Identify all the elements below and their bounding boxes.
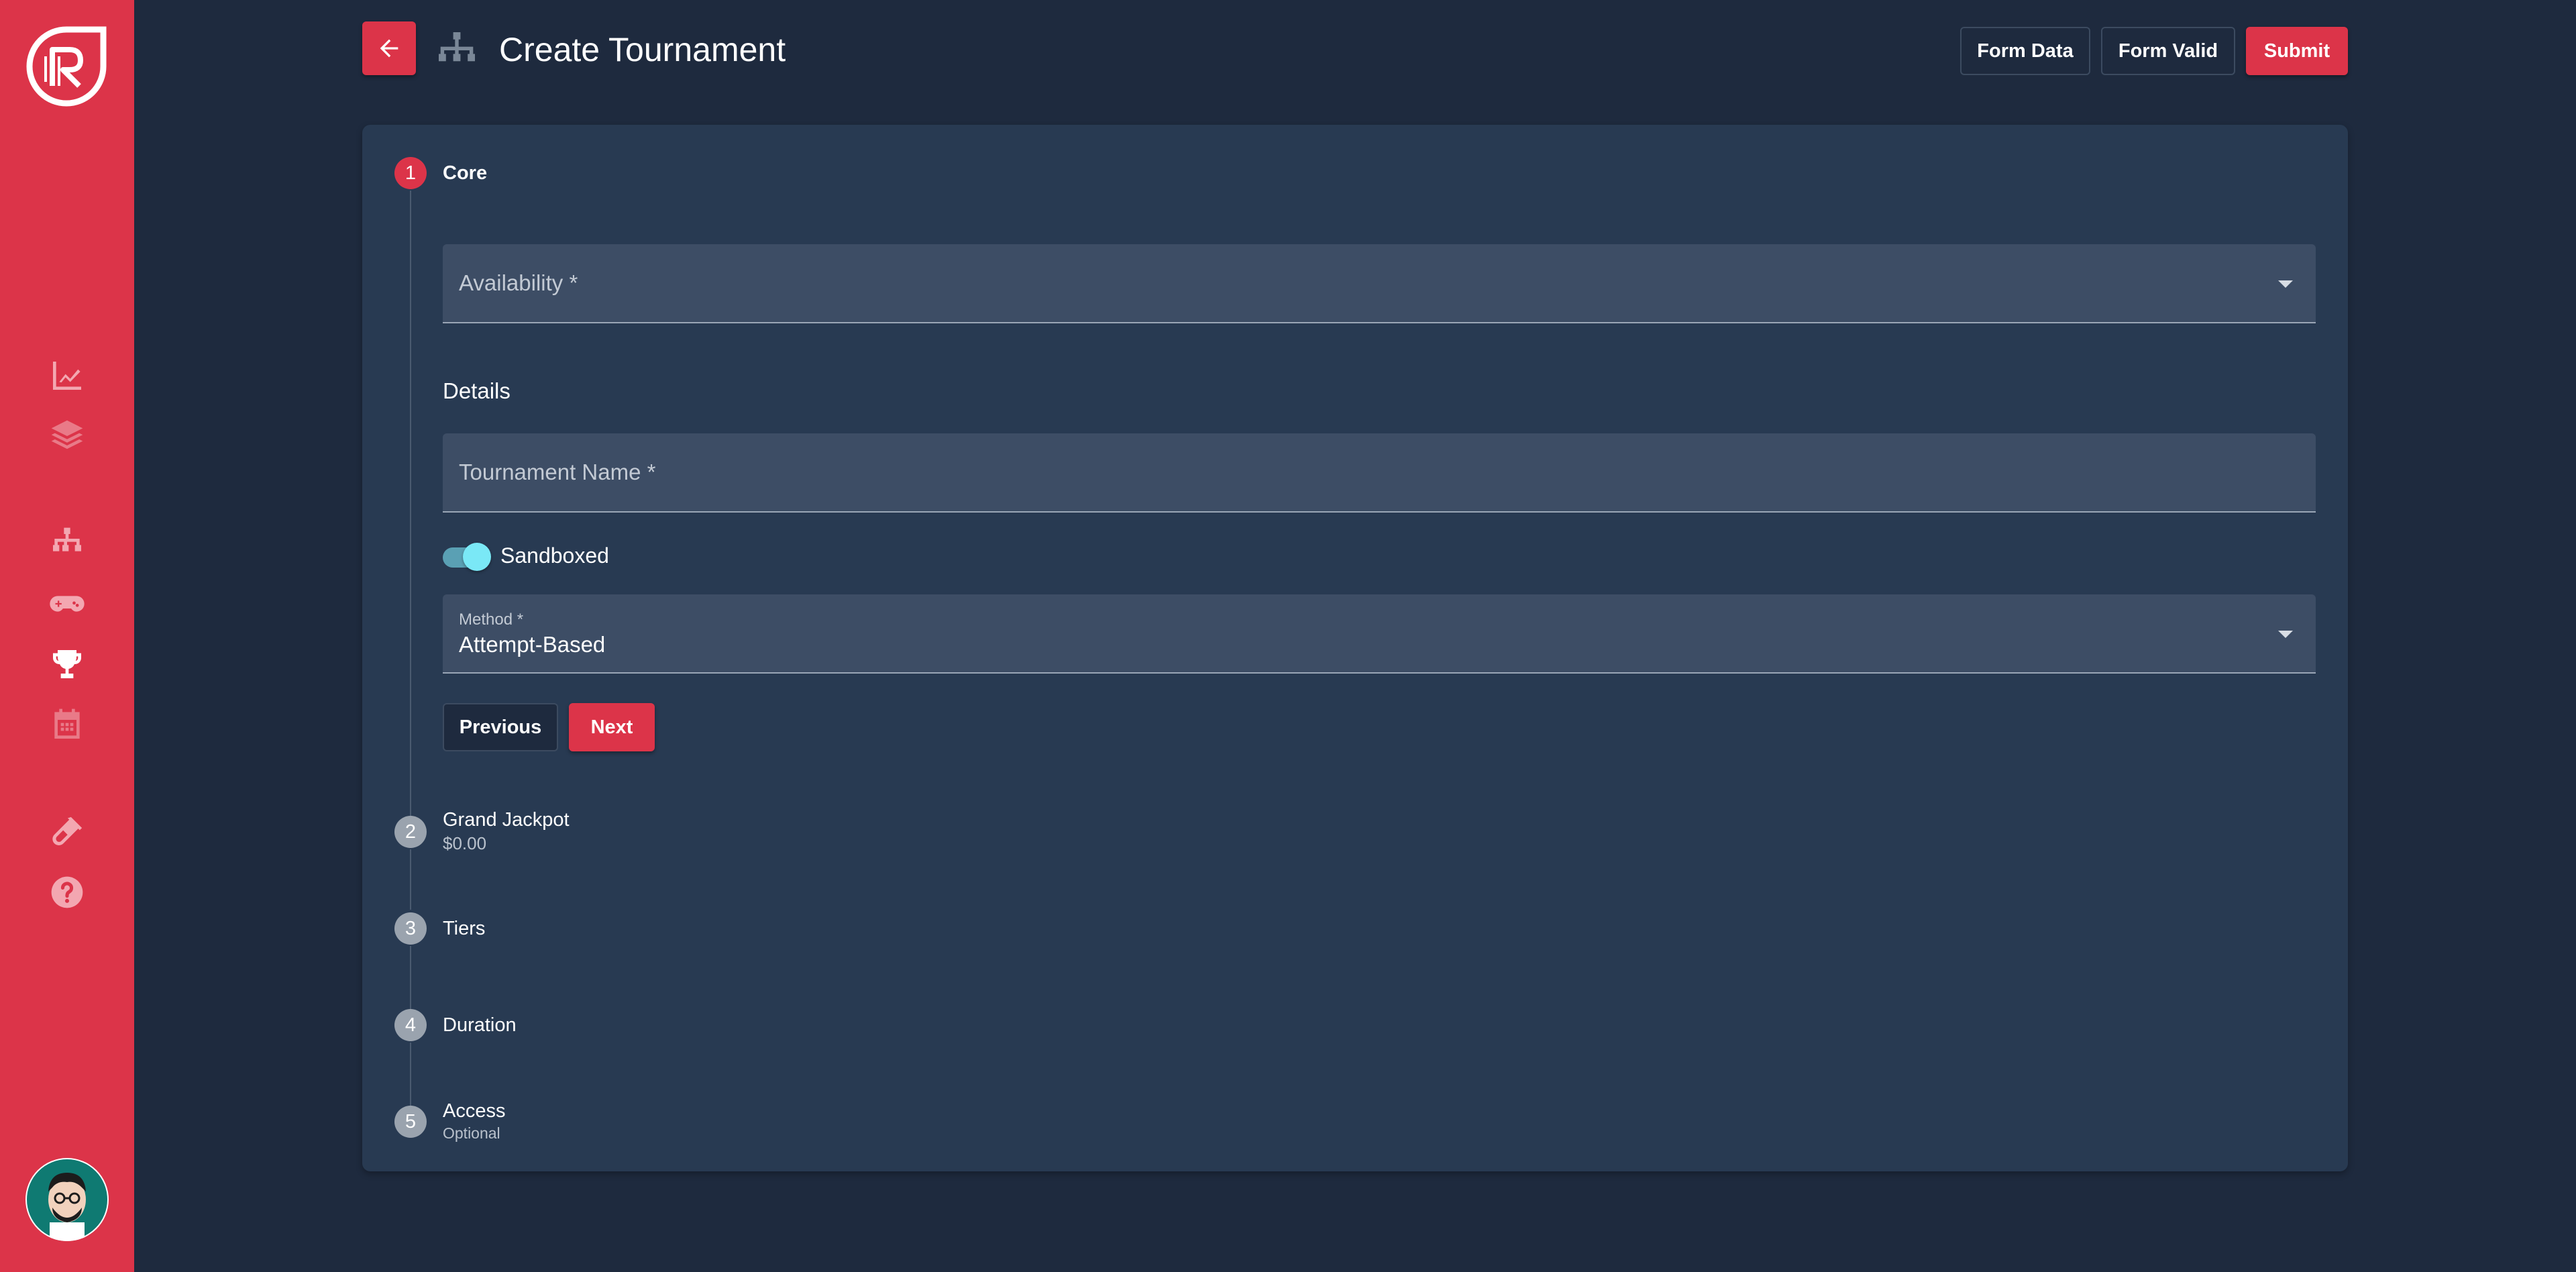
step-label-access[interactable]: Access — [443, 1100, 505, 1122]
step-connector — [410, 946, 411, 1010]
availability-label: Availability * — [459, 270, 578, 295]
step-label-grand-jackpot[interactable]: Grand Jackpot — [443, 809, 570, 831]
gamepad-icon[interactable] — [46, 582, 89, 625]
tournament-name-label: Tournament Name * — [459, 460, 656, 484]
chevron-down-icon — [2278, 631, 2293, 638]
method-label: Method * — [459, 611, 524, 629]
step-number[interactable]: 2 — [394, 816, 427, 848]
step-connector — [410, 1043, 411, 1106]
app-logo[interactable] — [25, 25, 107, 107]
step-number[interactable]: 4 — [394, 1009, 427, 1041]
tournament-name-field[interactable]: Tournament Name * — [443, 433, 2316, 513]
sidebar — [0, 0, 134, 1272]
form-data-button[interactable]: Form Data — [1960, 27, 2090, 75]
layers-icon — [46, 415, 89, 458]
step-connector — [410, 849, 411, 910]
sitemap-icon — [435, 32, 479, 68]
details-heading: Details — [443, 378, 511, 403]
step-label-tiers[interactable]: Tiers — [443, 918, 485, 940]
method-select[interactable]: Method * Attempt-Based — [443, 594, 2316, 674]
sandboxed-toggle-thumb[interactable] — [463, 543, 491, 571]
test-tube-icon[interactable] — [46, 810, 89, 853]
sandboxed-label: Sandboxed — [500, 543, 609, 568]
step-number[interactable]: 1 — [394, 157, 427, 189]
chevron-down-icon — [2278, 280, 2293, 288]
step-label-core[interactable]: Core — [443, 162, 487, 184]
step-number[interactable]: 5 — [394, 1106, 427, 1138]
grand-jackpot-amount: $0.00 — [443, 833, 487, 853]
user-avatar[interactable] — [25, 1158, 109, 1241]
form-valid-button[interactable]: Form Valid — [2101, 27, 2235, 75]
trophy-icon[interactable] — [46, 643, 89, 686]
sitemap-icon[interactable] — [46, 522, 89, 565]
step-connector — [410, 191, 411, 818]
next-button[interactable]: Next — [569, 703, 655, 751]
calendar-icon — [46, 703, 89, 746]
access-optional-note: Optional — [443, 1124, 500, 1142]
arrow-left-icon — [380, 39, 398, 58]
previous-button[interactable]: Previous — [443, 703, 558, 751]
method-value: Attempt-Based — [459, 632, 606, 657]
help-icon[interactable] — [46, 871, 89, 914]
submit-button[interactable]: Submit — [2246, 27, 2348, 75]
page-title: Create Tournament — [499, 31, 786, 68]
analytics-icon[interactable] — [46, 354, 89, 397]
step-number[interactable]: 3 — [394, 912, 427, 945]
back-button[interactable] — [362, 21, 416, 75]
step-label-duration[interactable]: Duration — [443, 1014, 517, 1037]
availability-select[interactable]: Availability * — [443, 244, 2316, 323]
